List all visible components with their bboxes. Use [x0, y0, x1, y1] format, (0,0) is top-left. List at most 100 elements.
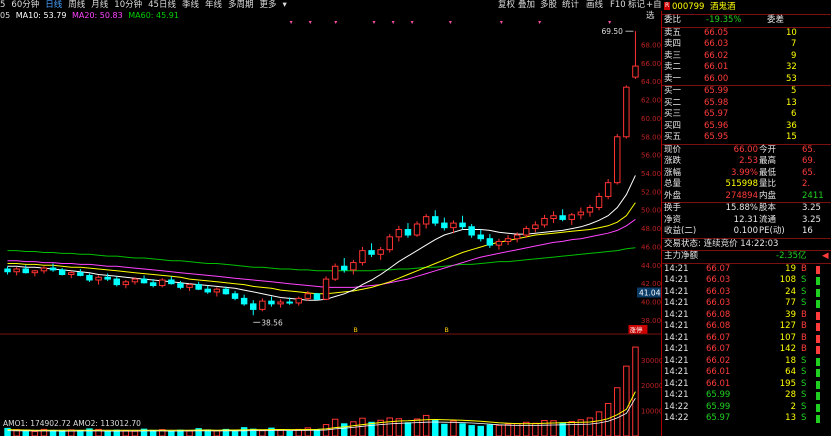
volume-bar[interactable] [614, 387, 621, 436]
candle[interactable] [559, 215, 566, 220]
volume-bar[interactable] [22, 430, 29, 436]
volume-bar[interactable] [386, 417, 393, 436]
candle[interactable] [523, 228, 530, 236]
candle[interactable] [113, 278, 120, 286]
candle[interactable] [568, 214, 575, 220]
volume-bar[interactable] [422, 414, 430, 436]
candle[interactable] [350, 262, 357, 271]
volume-bar[interactable] [623, 365, 630, 436]
candle[interactable] [286, 301, 293, 304]
candle[interactable] [295, 297, 302, 304]
candle[interactable] [577, 211, 585, 216]
volume-bar[interactable] [31, 430, 39, 436]
volume-bar[interactable] [131, 430, 139, 436]
candle[interactable] [477, 234, 484, 240]
candle[interactable] [459, 222, 466, 228]
candle[interactable] [168, 279, 175, 285]
candle[interactable] [277, 301, 284, 305]
candle[interactable] [422, 216, 430, 225]
volume-bar[interactable] [213, 430, 221, 436]
volume-bar[interactable] [58, 430, 66, 436]
candle[interactable] [513, 234, 521, 240]
volume-bar[interactable] [604, 402, 612, 436]
candle[interactable] [368, 250, 375, 255]
candle[interactable] [377, 249, 384, 255]
volume-bar[interactable] [250, 428, 257, 436]
volume-bar[interactable] [477, 425, 484, 436]
volume-bar[interactable] [404, 422, 412, 436]
candle[interactable] [550, 215, 557, 219]
candle[interactable] [341, 265, 348, 271]
candle[interactable] [541, 217, 548, 226]
candle[interactable] [322, 278, 330, 300]
candle[interactable] [195, 284, 202, 290]
candle[interactable] [586, 206, 594, 213]
volume-bar[interactable] [486, 424, 494, 436]
candle[interactable] [31, 270, 39, 274]
candle[interactable] [86, 274, 93, 281]
candle[interactable] [413, 223, 421, 236]
candle[interactable] [632, 65, 639, 78]
volume-bar[interactable] [413, 418, 421, 436]
candle[interactable] [495, 240, 503, 246]
volume-bar[interactable] [186, 430, 193, 436]
candle[interactable] [268, 300, 275, 305]
candle[interactable] [259, 300, 266, 310]
candle[interactable] [595, 195, 603, 208]
candle[interactable] [22, 268, 29, 274]
candle[interactable] [13, 268, 20, 273]
candle[interactable] [159, 279, 166, 287]
candle[interactable] [204, 288, 211, 293]
candle[interactable] [450, 222, 457, 229]
candle[interactable] [58, 269, 66, 275]
candle[interactable] [313, 293, 321, 300]
volume-bar[interactable] [168, 430, 175, 436]
candle[interactable] [222, 288, 230, 295]
volume-bar[interactable] [77, 430, 84, 436]
expand-arrow-icon[interactable]: ◀ [822, 251, 829, 263]
volume-bar[interactable] [231, 430, 239, 436]
volume-bar[interactable] [459, 423, 466, 436]
candle[interactable] [4, 268, 11, 273]
candle[interactable] [77, 272, 84, 276]
candle[interactable] [395, 229, 403, 238]
candle[interactable] [122, 281, 130, 286]
candle[interactable] [331, 265, 339, 280]
volume-bar[interactable] [259, 429, 266, 436]
candle[interactable] [614, 136, 621, 184]
volume-bar[interactable] [468, 425, 475, 436]
volume-bar[interactable] [568, 421, 575, 436]
candle[interactable] [504, 238, 512, 242]
volume-bar[interactable] [350, 421, 357, 436]
candle[interactable] [213, 288, 221, 293]
volume-bar[interactable] [341, 423, 348, 436]
candle[interactable] [404, 229, 412, 236]
volume-bar[interactable] [595, 411, 603, 436]
candle[interactable] [40, 267, 48, 272]
volume-bar[interactable] [495, 424, 503, 436]
candle[interactable] [532, 224, 539, 230]
candle[interactable] [140, 278, 148, 284]
candle[interactable] [432, 216, 439, 224]
candle[interactable] [304, 293, 312, 299]
candle[interactable] [486, 238, 494, 246]
candle[interactable] [604, 182, 612, 197]
candle[interactable] [468, 226, 475, 236]
candle[interactable] [149, 282, 157, 287]
volume-bar[interactable] [632, 346, 639, 436]
volume-bar[interactable] [586, 417, 594, 436]
volume-bar[interactable] [504, 423, 512, 436]
kline-chart[interactable]: 68.00 66.00 64.00 62.00 60.00 58.00 56.00 54.00… [0, 0, 661, 436]
volume-bar[interactable] [450, 420, 457, 436]
candle[interactable] [186, 284, 193, 288]
candle[interactable] [49, 267, 57, 271]
candle[interactable] [231, 293, 239, 299]
candle[interactable] [131, 278, 139, 283]
candle[interactable] [623, 86, 630, 138]
candle[interactable] [441, 222, 448, 229]
volume-bar[interactable] [286, 430, 293, 436]
volume-bar[interactable] [104, 431, 111, 436]
candle[interactable] [68, 272, 75, 275]
candle[interactable] [386, 236, 393, 251]
volume-bar[interactable] [368, 421, 375, 436]
